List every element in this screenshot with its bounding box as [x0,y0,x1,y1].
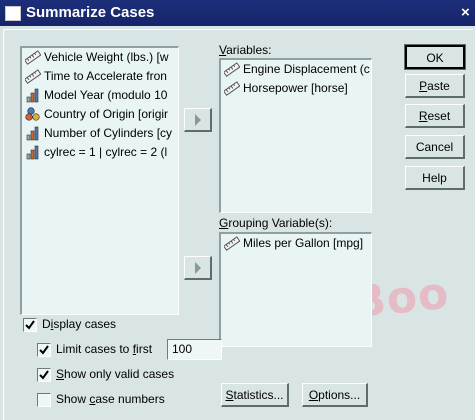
list-item[interactable]: cylrec = 1 | cylrec = 2 (l [22,143,178,162]
checkmark-icon [25,320,35,330]
close-icon[interactable]: × [461,4,470,21]
grouping-list[interactable]: Miles per Gallon [mpg] [219,232,372,347]
list-item-label: Model Year (modulo 10 [44,88,168,102]
cancel-button[interactable]: Cancel [405,135,465,159]
list-item[interactable]: Miles per Gallon [mpg] [221,234,371,253]
limit-cases-label: Limit cases to first [56,342,153,356]
case-numbers-checkbox[interactable] [37,393,51,407]
list-item[interactable]: Horsepower [horse] [221,79,371,98]
nominal-icon [25,107,40,121]
valid-cases-label: Show only valid cases [56,367,175,381]
help-button[interactable]: Help [405,166,465,190]
ok-button[interactable]: OK [404,44,466,70]
window-icon [5,6,21,21]
paste-button[interactable]: Paste [405,74,465,98]
grouping-label: Grouping Variable(s): [219,216,333,230]
move-to-variables-button[interactable] [184,108,212,132]
variables-label: Variables: [219,43,272,57]
variables-list[interactable]: Engine Displacement (c Horsepower [horse] [219,58,372,213]
bar-chart-icon [26,145,39,160]
list-item-label: Country of Origin [origir [44,107,169,121]
checkmark-icon [39,345,49,355]
list-item-label: Number of Cylinders [cy [44,126,173,140]
list-item[interactable]: Vehicle Weight (lbs.) [w [22,48,178,67]
ruler-icon [224,81,240,96]
ruler-icon [224,236,240,251]
bar-chart-icon [26,126,39,141]
move-to-grouping-button[interactable] [184,256,212,280]
arrow-right-icon [195,114,201,126]
valid-cases-checkbox[interactable] [37,368,51,382]
ruler-icon [25,50,41,65]
list-item-label: Vehicle Weight (lbs.) [w [44,50,169,64]
list-item-label: Horsepower [horse] [243,81,348,95]
ruler-icon [224,62,240,77]
list-item-label: Time to Accelerate fron [44,69,167,83]
limit-cases-checkbox[interactable] [37,343,51,357]
checkmark-icon [39,370,49,380]
list-item[interactable]: Model Year (modulo 10 [22,86,178,105]
case-numbers-label: Show case numbers [56,392,165,406]
statistics-button[interactable]: Statistics... [221,383,289,407]
reset-button[interactable]: Reset [405,104,465,128]
limit-cases-input[interactable]: 100 [167,339,222,360]
ruler-icon [25,69,41,84]
title-bar: Summarize Cases × [0,0,475,26]
list-item[interactable]: Country of Origin [origir [22,105,178,124]
dialog-body: DropBoo Vehicle Weight (lbs.) [wTime to … [0,26,475,420]
source-variable-list[interactable]: Vehicle Weight (lbs.) [w Time to Accelera… [20,46,179,315]
window-title: Summarize Cases [26,4,155,21]
list-item[interactable]: Engine Displacement (c [221,60,371,79]
list-item-label: cylrec = 1 | cylrec = 2 (l [44,145,168,159]
list-item[interactable]: Number of Cylinders [cy [22,124,178,143]
display-cases-label: Display cases [42,317,117,331]
list-item-label: Engine Displacement (c [243,62,370,76]
list-item[interactable]: Time to Accelerate fron [22,67,178,86]
options-button[interactable]: Options... [302,383,368,407]
list-item-label: Miles per Gallon [mpg] [243,236,364,250]
arrow-right-icon [195,262,201,274]
bar-chart-icon [26,88,39,103]
display-cases-checkbox[interactable] [23,318,37,332]
